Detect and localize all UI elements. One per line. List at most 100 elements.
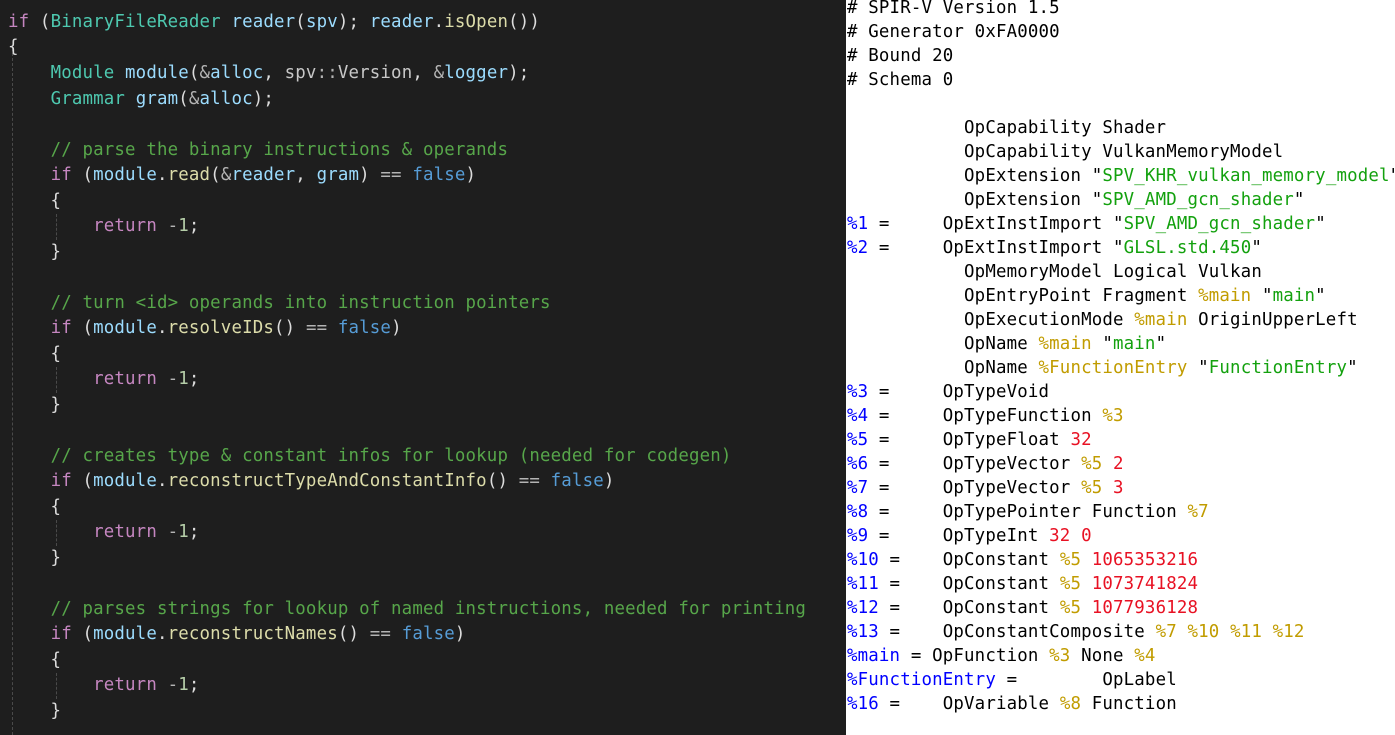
disasm-token: %1 <box>847 214 869 234</box>
code-token: reader <box>369 12 434 32</box>
code-line: // creates type & constant infos for loo… <box>8 444 732 469</box>
disasm-token: %main <box>1134 310 1188 330</box>
code-token: 1 <box>178 216 189 236</box>
disasm-token: " <box>1187 358 1209 378</box>
code-token: } <box>8 701 62 721</box>
code-token: module <box>93 624 157 644</box>
code-token: false <box>337 318 392 338</box>
code-token: ) <box>359 165 381 185</box>
code-line: // parses strings for lookup of named in… <box>8 597 806 622</box>
code-token: == <box>380 165 402 185</box>
disasm-line: %7 = OpTypeVector %5 3 <box>847 476 1124 500</box>
disasm-token: %5 <box>1059 598 1082 618</box>
code-token: module <box>93 471 157 491</box>
disasm-token: FunctionEntry <box>1208 358 1348 378</box>
disasm-token: = OpConstant <box>878 598 1060 618</box>
disasm-token: SPV_KHR_vulkan_memory_model <box>1102 166 1390 186</box>
disasm-token: = OpFunction <box>900 646 1050 666</box>
code-token: if <box>50 471 72 491</box>
disasm-token: GLSL.std.450 <box>1123 238 1252 258</box>
disasm-line: %8 = OpTypePointer Function %7 <box>847 500 1209 524</box>
disasm-token: = OpTypeFunction <box>868 406 1103 426</box>
code-token: == <box>305 318 328 338</box>
code-token: if <box>8 12 30 32</box>
disasm-line: %5 = OpTypeFloat 32 <box>847 428 1092 452</box>
disasm-token: %main <box>847 646 901 666</box>
disasm-token: main <box>1272 286 1316 306</box>
disasm-token: %10 <box>1187 622 1220 642</box>
code-token: ) <box>603 471 615 491</box>
code-token: module <box>93 318 157 338</box>
code-line: if (module.reconstructNames() == false) <box>8 622 466 647</box>
disasm-token <box>1102 478 1113 498</box>
disasm-line: %4 = OpTypeFunction %3 <box>847 404 1124 428</box>
disasm-line: %12 = OpConstant %5 1077936128 <box>847 596 1198 620</box>
code-token: // parses strings for lookup of named in… <box>50 599 807 619</box>
disasm-token: %main <box>1038 334 1092 354</box>
code-editor-pane[interactable]: if (BinaryFileReader reader(spv); reader… <box>0 0 846 735</box>
disasm-line: %11 = OpConstant %5 1073741824 <box>847 572 1198 596</box>
disasm-line: # Generator 0xFA0000 <box>847 20 1060 44</box>
code-line: return -1; <box>8 673 200 698</box>
disasm-token: # Bound 20 <box>847 46 954 66</box>
disasm-token: %11 <box>1230 622 1262 642</box>
disasm-token: %12 <box>1272 622 1305 642</box>
code-line: { <box>8 342 61 367</box>
disasm-token: " <box>1293 190 1305 210</box>
code-token: isOpen <box>444 12 509 32</box>
code-token: } <box>8 548 62 568</box>
code-token: return <box>93 675 157 695</box>
code-token: // creates type & constant infos for loo… <box>50 446 732 466</box>
disasm-token: %10 <box>847 550 879 570</box>
disasm-token: %5 <box>1059 550 1082 570</box>
disasm-token: = OpTypeVector <box>868 478 1082 498</box>
disasm-token: %16 <box>847 694 879 714</box>
code-token: , <box>412 63 434 83</box>
disasm-token: %7 <box>1187 502 1209 522</box>
code-line: return -1; <box>8 520 200 545</box>
code-token: ); <box>337 12 370 32</box>
disasm-line: %6 = OpTypeVector %5 2 <box>847 452 1124 476</box>
disasm-token: 1077936128 <box>1091 598 1199 618</box>
disasm-token: = OpConstantComposite <box>878 622 1156 642</box>
code-token: == <box>369 624 392 644</box>
code-token: return <box>93 216 157 236</box>
code-line: { <box>8 189 61 214</box>
disasm-line: %FunctionEntry = OpLabel <box>847 668 1177 692</box>
code-token: read <box>167 165 211 185</box>
disasm-token: " <box>1390 166 1395 186</box>
disasm-token: OpCapability VulkanMemoryModel <box>847 142 1284 162</box>
code-line: Module module(&alloc, spv::Version, &log… <box>8 61 530 86</box>
code-token: false <box>550 471 604 491</box>
code-token: ) <box>465 165 477 185</box>
disasm-token: 3 <box>1113 478 1124 498</box>
disasm-token: = OpTypeFloat <box>868 430 1071 450</box>
code-token: return <box>93 369 157 389</box>
disasm-token: %5 <box>1081 454 1103 474</box>
code-token: ()) <box>508 12 541 32</box>
disasm-token: 1065353216 <box>1091 550 1199 570</box>
disasm-token <box>1081 550 1092 570</box>
spirv-disassembly-pane[interactable]: # SPIR-V Version 1.5 # Generator 0xFA0000… <box>846 0 1395 735</box>
disasm-token: %4 <box>1134 646 1156 666</box>
disasm-token: OpEntryPoint Fragment <box>847 286 1199 306</box>
code-token: reader <box>231 12 296 32</box>
code-line: return -1; <box>8 214 200 239</box>
disasm-token: " <box>1091 334 1114 354</box>
disasm-token: OriginUpperLeft <box>1187 310 1358 330</box>
code-token: if <box>50 318 72 338</box>
code-line: { <box>8 35 19 60</box>
disasm-token: = OpConstant <box>878 550 1060 570</box>
code-token: reconstructTypeAndConstantInfo <box>167 471 487 491</box>
disasm-token: # Schema 0 <box>847 70 954 90</box>
code-token: ( <box>71 318 94 338</box>
disasm-token: " <box>1315 214 1326 234</box>
